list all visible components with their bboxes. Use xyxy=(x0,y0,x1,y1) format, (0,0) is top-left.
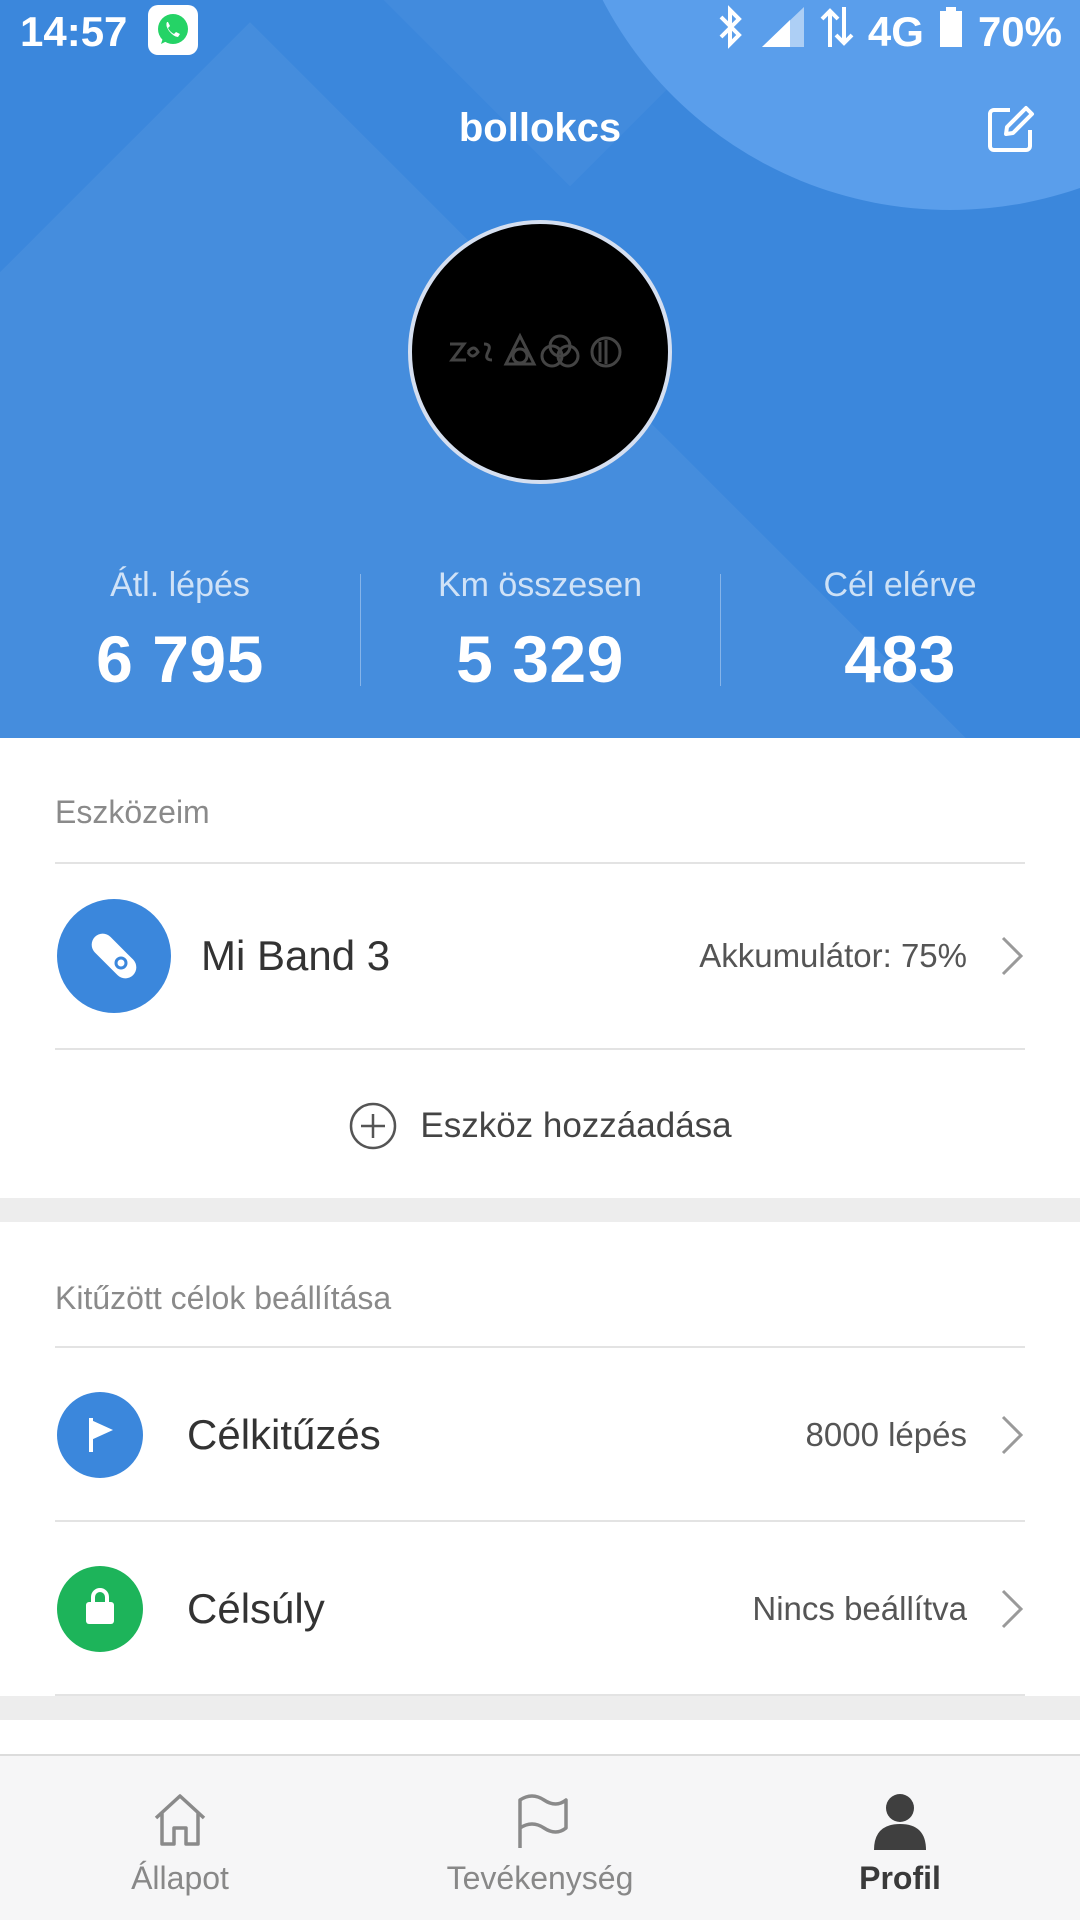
edit-profile-button[interactable] xyxy=(986,104,1036,154)
stats-row: Átl. lépés 6 795 Km összesen 5 329 Cél e… xyxy=(0,560,1080,710)
flag-icon xyxy=(518,1794,568,1848)
bluetooth-icon xyxy=(716,5,746,59)
device-name: Mi Band 3 xyxy=(201,932,391,979)
person-icon xyxy=(874,1794,926,1850)
stat-value: 5 329 xyxy=(456,622,624,696)
avatar-symbols-image xyxy=(449,332,622,368)
profile-header: 14:57 4G 70% bollokcs Átl. lépés 6 795 K… xyxy=(0,0,1080,738)
stat-label: Km összesen xyxy=(437,566,643,604)
band-icon xyxy=(57,899,171,1013)
device-row-mi-band[interactable]: Mi Band 3 Akkumulátor: 75% xyxy=(55,898,1025,1014)
stat-label: Cél elérve xyxy=(823,566,977,604)
username: bollokcs xyxy=(458,106,622,150)
add-device-label: Eszköz hozzáadása xyxy=(420,1106,732,1145)
nav-item-status[interactable]: Állapot xyxy=(0,1756,360,1920)
status-bar: 14:57 4G 70% xyxy=(0,0,1080,64)
status-time: 14:57 xyxy=(20,8,128,55)
stat-goal-reached: Cél elérve 483 xyxy=(720,560,1080,710)
nav-item-profile[interactable]: Profil xyxy=(720,1756,1080,1920)
chevron-right-icon xyxy=(1001,936,1024,976)
data-transfer-icon xyxy=(820,5,854,59)
profile-screen: 14:57 4G 70% bollokcs Átl. lépés 6 795 K… xyxy=(0,0,1080,1920)
goal-value: Nincs beállítva xyxy=(752,1590,967,1627)
divider xyxy=(55,862,1025,864)
network-type: 4G xyxy=(867,8,924,55)
device-battery-status: Akkumulátor: 75% xyxy=(699,937,967,974)
stat-label: Átl. lépés xyxy=(110,566,250,604)
stat-total-km: Km összesen 5 329 xyxy=(360,560,720,710)
nav-label: Profil xyxy=(859,1860,941,1896)
goal-label: Célkitűzés xyxy=(187,1411,381,1458)
nav-label: Állapot xyxy=(131,1860,229,1896)
chevron-right-icon xyxy=(1001,1589,1024,1629)
stat-avg-steps: Átl. lépés 6 795 xyxy=(0,560,360,710)
home-icon xyxy=(154,1794,206,1846)
whatsapp-icon xyxy=(148,5,198,55)
battery-level: 70% xyxy=(977,8,1062,55)
section-separator xyxy=(0,1696,1080,1720)
bag-icon xyxy=(57,1566,143,1652)
nav-item-activity[interactable]: Tevékenység xyxy=(360,1756,720,1920)
edit-icon xyxy=(988,106,1034,152)
stat-value: 483 xyxy=(844,622,956,696)
chevron-right-icon xyxy=(1001,1415,1024,1455)
bottom-navigation: Állapot Tevékenység Profil xyxy=(0,1754,1080,1920)
divider xyxy=(55,1520,1025,1522)
battery-icon xyxy=(938,5,964,59)
nav-label: Tevékenység xyxy=(446,1860,634,1896)
status-icons: 4G 70% xyxy=(716,5,1062,59)
stat-value: 6 795 xyxy=(96,622,264,696)
add-device-button[interactable]: Eszköz hozzáadása xyxy=(0,1098,1080,1154)
goal-row-weight[interactable]: Célsúly Nincs beállítva xyxy=(55,1566,1025,1652)
devices-section-title: Eszközeim xyxy=(55,794,210,830)
divider xyxy=(55,1346,1025,1348)
goal-value: 8000 lépés xyxy=(805,1416,967,1453)
divider xyxy=(55,1048,1025,1050)
goal-label: Célsúly xyxy=(187,1585,325,1632)
goal-row-steps[interactable]: Célkitűzés 8000 lépés xyxy=(55,1392,1025,1478)
goals-section-title: Kitűzött célok beállítása xyxy=(55,1280,392,1316)
plus-circle-icon xyxy=(350,1102,397,1150)
flag-icon xyxy=(57,1392,143,1478)
signal-icon xyxy=(760,5,806,59)
section-separator xyxy=(0,1198,1080,1222)
avatar[interactable] xyxy=(408,220,672,484)
